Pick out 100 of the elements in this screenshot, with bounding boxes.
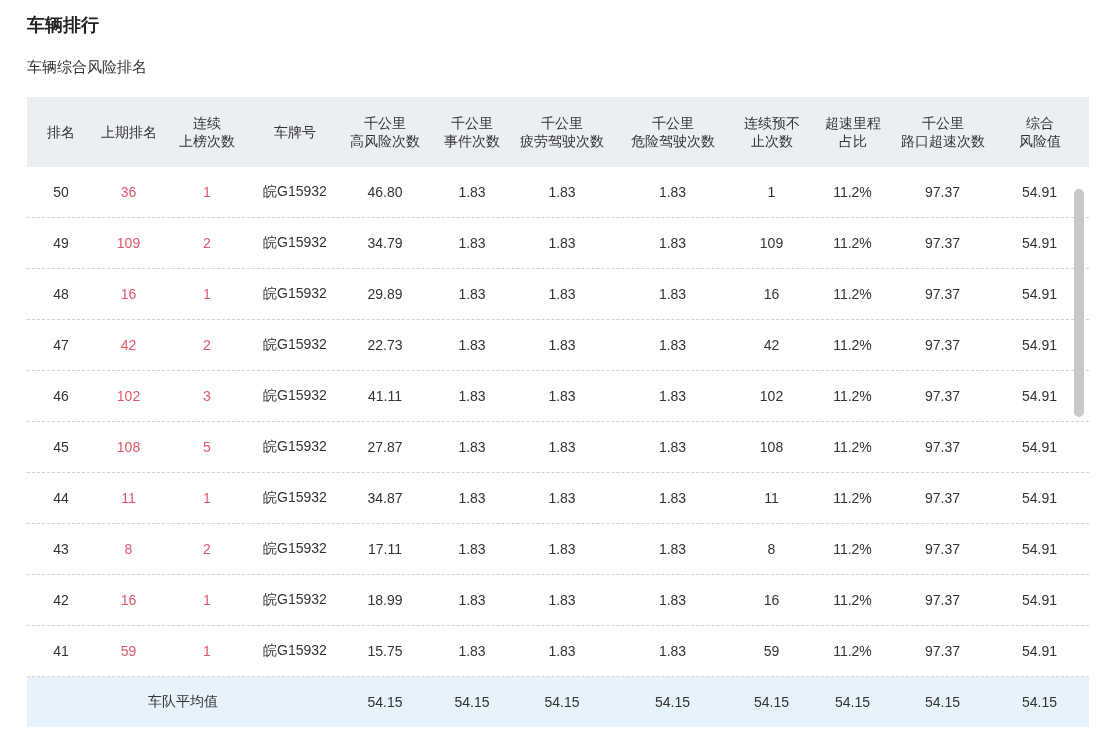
table-cell-text: 17.11 [367, 541, 403, 557]
table-cell-text: 54.91 [1020, 592, 1058, 608]
table-cell-text: 46 [52, 388, 70, 404]
table-cell-text: 97.37 [923, 235, 961, 251]
table-cell-text: 1.83 [657, 643, 688, 659]
table-cell-text: 8 [123, 541, 134, 557]
table-cell-text: 1.83 [547, 388, 577, 404]
column-header: 事件次数 [444, 132, 500, 150]
column-header: 千公里 [541, 114, 583, 132]
table-cell-text: 34.87 [366, 490, 404, 506]
average-value: 54.15 [833, 694, 871, 710]
table-cell-text: 1.83 [457, 643, 487, 659]
table-cell-text: 1.83 [457, 337, 487, 353]
table-cell-text: 1.83 [547, 184, 577, 200]
table-cell-text: 1.83 [547, 643, 577, 659]
table-cell-text: 1.83 [547, 235, 577, 251]
table-cell-text: 29.89 [366, 286, 404, 302]
table-cell-text: 42 [119, 337, 138, 353]
table-cell-text: 102 [115, 388, 142, 404]
column-header: 危险驾驶次数 [630, 132, 715, 150]
column-header: 千公里 [921, 114, 964, 132]
table-cell-text: 54.91 [1020, 286, 1058, 302]
section-subtitle: 车辆综合风险排名 [27, 57, 148, 77]
table-cell-text: 109 [115, 235, 142, 251]
table-cell-text: 97.37 [923, 337, 961, 353]
average-label: 车队平均值 [146, 693, 219, 711]
table-cell-text: 皖G15932 [262, 336, 328, 354]
table-cell-text: 22.73 [366, 337, 404, 353]
column-header: 路口超速次数 [900, 132, 985, 150]
table-cell-text: 1.83 [457, 235, 487, 251]
table-cell-text: 1.83 [547, 286, 577, 302]
table-cell-text: 11.2% [832, 643, 873, 659]
table-cell-text: 1.83 [457, 541, 487, 557]
table-cell-text: 50 [52, 184, 70, 200]
column-header: 千公里 [451, 114, 493, 132]
table-cell-text: 皖G15932 [262, 438, 328, 456]
table-cell-text: 1.83 [457, 388, 487, 404]
table-cell-text: 97.37 [923, 388, 961, 404]
column-header: 连续 [193, 114, 221, 132]
table-cell-text: 1.83 [457, 286, 487, 302]
table-cell-text: 1.83 [457, 439, 487, 455]
table-cell-text: 97.37 [923, 592, 961, 608]
column-header: 连续预不 [743, 114, 800, 132]
table-cell-text: 44 [52, 490, 70, 506]
table-cell-text: 1.83 [657, 235, 688, 251]
table-cell-text: 1 [202, 184, 212, 200]
table-cell-text: 97.37 [923, 286, 961, 302]
table-cell-text: 54.91 [1020, 388, 1058, 404]
table-cell-text: 1.83 [547, 541, 577, 557]
table-cell-text: 1.83 [547, 592, 577, 608]
table-cell-text: 11.2% [832, 541, 873, 557]
table-cell-text: 54.91 [1020, 541, 1058, 557]
table-cell-text: 皖G15932 [262, 489, 328, 507]
table-cell-text: 102 [758, 388, 785, 404]
average-value: 54.15 [752, 694, 790, 710]
column-header: 排名 [47, 123, 75, 141]
average-value: 54.15 [923, 694, 961, 710]
table-cell-text: 41.11 [367, 388, 403, 404]
table-cell-text: 1.83 [657, 490, 688, 506]
column-header: 高风险次数 [350, 132, 420, 150]
table-cell-text: 皖G15932 [262, 387, 328, 405]
table-cell-text: 1 [202, 286, 212, 302]
table-cell-text: 97.37 [923, 643, 961, 659]
table-cell-text: 1.83 [457, 184, 487, 200]
table-cell-text: 皖G15932 [262, 642, 328, 660]
page-title: 车辆排行 [27, 14, 100, 37]
table-cell-text: 46.80 [366, 184, 404, 200]
table-cell-text: 2 [202, 541, 212, 557]
table-cell-text: 11.2% [832, 337, 873, 353]
table-cell-text: 1.83 [657, 388, 688, 404]
table-cell-text: 54.91 [1020, 235, 1058, 251]
column-header: 止次数 [750, 132, 793, 150]
table-cell-text: 2 [202, 337, 212, 353]
table-cell-text: 97.37 [923, 184, 961, 200]
table-cell-text: 1.83 [657, 286, 688, 302]
table-cell-text: 16 [762, 592, 781, 608]
table-cell-text: 11.2% [832, 490, 873, 506]
column-header: 风险值 [1018, 132, 1061, 150]
table-cell-text: 42 [52, 592, 70, 608]
table-cell-text: 1.83 [657, 592, 688, 608]
average-value: 54.15 [1020, 694, 1058, 710]
table-cell-text: 11 [120, 490, 137, 506]
table-cell-text: 1.83 [657, 337, 688, 353]
table-cell-text: 1 [202, 490, 212, 506]
table-cell-text: 36 [119, 184, 138, 200]
table-cell-text: 皖G15932 [262, 591, 328, 609]
table-cell-text: 108 [115, 439, 142, 455]
table-cell-text: 49 [52, 235, 70, 251]
table-cell-text: 1.83 [547, 337, 577, 353]
table-cell-text: 42 [762, 337, 781, 353]
column-header: 综合 [1025, 114, 1054, 132]
table-cell-text: 97.37 [923, 541, 961, 557]
table-cell-text: 2 [202, 235, 212, 251]
table-cell-text: 59 [762, 643, 781, 659]
column-header: 占比 [838, 132, 867, 150]
table-cell-text: 11.2% [832, 235, 873, 251]
table-cell-text: 5 [202, 439, 212, 455]
table-cell-text: 1 [202, 643, 212, 659]
table-cell-text: 54.91 [1020, 490, 1058, 506]
table-cell-text: 54.91 [1020, 643, 1058, 659]
